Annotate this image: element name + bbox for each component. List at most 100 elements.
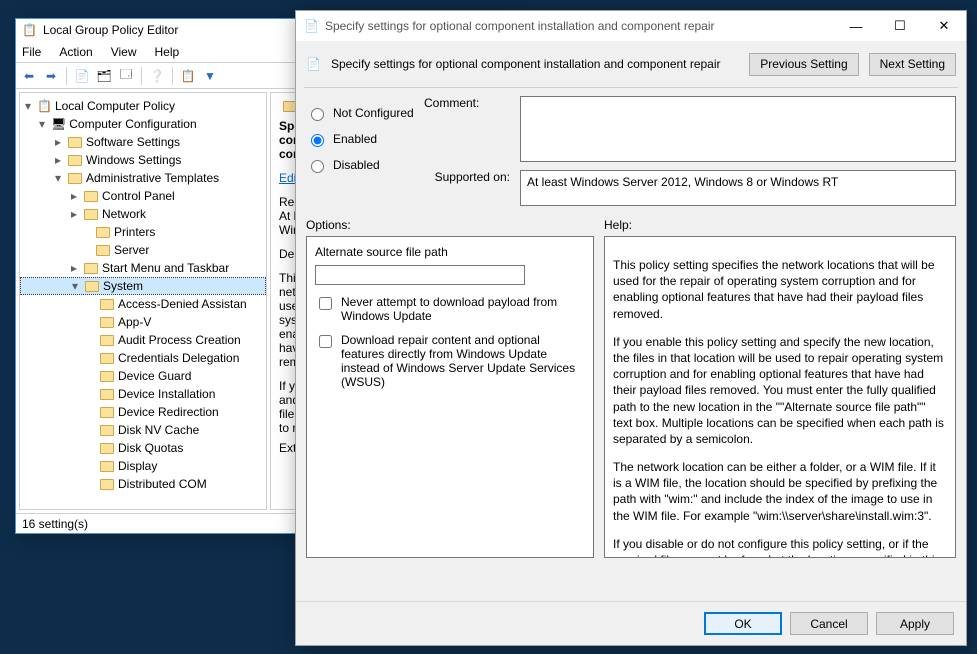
collapse-icon[interactable]: ▾ [22,99,34,113]
radio-not-configured[interactable]: Not Configured [306,100,414,126]
checkbox-input[interactable] [319,335,332,348]
folder-icon [100,317,114,328]
tree-system[interactable]: ▾System [20,277,266,295]
tree-item[interactable]: Device Redirection [20,403,266,421]
never-download-checkbox-row[interactable]: Never attempt to download payload from W… [315,295,585,323]
help-icon[interactable]: ❔ [148,67,166,85]
expand-icon[interactable]: ▸ [68,207,80,221]
properties-icon[interactable]: 🗔 [117,67,135,85]
expand-icon[interactable]: ▸ [68,189,80,203]
policy-tree[interactable]: ▾📋Local Computer Policy ▾🖥Computer Confi… [19,92,267,510]
filter-list-icon[interactable]: 📋 [179,67,197,85]
folder-icon [100,335,114,346]
download-direct-checkbox-row[interactable]: Download repair content and optional fea… [315,333,585,389]
menu-action[interactable]: Action [59,45,92,59]
tree-computer-config[interactable]: ▾🖥Computer Configuration [20,115,266,133]
tree-item[interactable]: Credentials Delegation [20,349,266,367]
collapse-icon[interactable]: ▾ [36,117,48,131]
radio-input[interactable] [311,108,324,121]
alt-path-input[interactable] [315,265,525,285]
computer-icon: 🖥 [51,117,66,131]
header-title: Specify settings for optional component … [331,57,721,71]
folder-icon [100,461,114,472]
supported-on-box: At least Windows Server 2012, Windows 8 … [520,170,956,206]
folder-icon [84,263,98,274]
tree-item[interactable]: Disk NV Cache [20,421,266,439]
separator [172,67,173,85]
checkbox-label: Never attempt to download payload from W… [341,295,585,323]
gpedit-icon: 📋 [22,23,37,37]
help-pane[interactable]: This policy setting specifies the networ… [604,236,956,558]
tree-network[interactable]: ▸Network [20,205,266,223]
tree-software-settings[interactable]: ▸ Software Settings [20,133,266,151]
tree-label: Credentials Delegation [118,351,239,365]
close-button[interactable]: ✕ [922,11,966,41]
tree-windows-settings[interactable]: ▸ Windows Settings [20,151,266,169]
tree-item[interactable]: Distributed COM [20,475,266,493]
maximize-button[interactable]: ☐ [878,11,922,41]
back-icon[interactable]: ⬅ [20,67,38,85]
forward-icon[interactable]: ➡ [42,67,60,85]
tree-item[interactable]: Audit Process Creation [20,331,266,349]
folder-icon [100,371,114,382]
tree-label: Local Computer Policy [55,99,175,113]
tree-item[interactable]: Disk Quotas [20,439,266,457]
tree-label: Windows Settings [86,153,181,167]
folder-icon [100,425,114,436]
tree-root[interactable]: ▾📋Local Computer Policy [20,97,266,115]
folder-icon [85,281,99,292]
tree-server[interactable]: Server [20,241,266,259]
tree-label: Control Panel [102,189,175,203]
folder-icon [100,443,114,454]
dialog-icon: 📄 [304,19,319,33]
tree-item[interactable]: Device Guard [20,367,266,385]
tree-item[interactable]: Access-Denied Assistan [20,295,266,313]
radio-disabled[interactable]: Disabled [306,152,414,178]
expand-icon[interactable]: ▸ [68,261,80,275]
filter-icon[interactable]: ▼ [201,67,219,85]
dialog-titlebar[interactable]: 📄 Specify settings for optional componen… [296,11,966,41]
tree-label: Device Installation [118,387,215,401]
tree-start-menu[interactable]: ▸ Start Menu and Taskbar [20,259,266,277]
up-icon[interactable]: 📄 [73,67,91,85]
checkbox-label: Download repair content and optional fea… [341,333,585,389]
radio-enabled[interactable]: Enabled [306,126,414,152]
next-setting-button[interactable]: Next Setting [869,53,956,76]
policy-icon: 📋 [37,99,52,113]
collapse-icon[interactable]: ▾ [69,279,81,293]
folder-icon [100,299,114,310]
tree-control-panel[interactable]: ▸ Control Panel [20,187,266,205]
tree-label: Distributed COM [118,477,207,491]
tree-label: Software Settings [86,135,180,149]
supported-label: Supported on: [424,170,510,184]
folder-icon [100,479,114,490]
menu-view[interactable]: View [111,45,137,59]
radio-label: Not Configured [333,106,414,120]
folder-icon [100,407,114,418]
tree-label: Start Menu and Taskbar [102,261,229,275]
radio-input[interactable] [311,134,324,147]
menu-help[interactable]: Help [155,45,180,59]
radio-input[interactable] [311,160,324,173]
tree-admin-templates[interactable]: ▾Administrative Templates [20,169,266,187]
state-radio-group: Not Configured Enabled Disabled [306,96,414,178]
show-hide-icon[interactable]: 🗂 [95,67,113,85]
tree-item[interactable]: App-V [20,313,266,331]
dialog-header: 📄 Specify settings for optional componen… [296,41,966,87]
expand-icon[interactable]: ▸ [52,153,64,167]
tree-printers[interactable]: Printers [20,223,266,241]
tree-item[interactable]: Display [20,457,266,475]
minimize-button[interactable]: — [834,11,878,41]
cancel-button[interactable]: Cancel [790,612,868,635]
apply-button[interactable]: Apply [876,612,954,635]
collapse-icon[interactable]: ▾ [52,171,64,185]
menu-file[interactable]: File [22,45,41,59]
tree-label: Device Redirection [118,405,219,419]
previous-setting-button[interactable]: Previous Setting [749,53,858,76]
ok-button[interactable]: OK [704,612,782,635]
tree-item[interactable]: Device Installation [20,385,266,403]
expand-icon[interactable]: ▸ [52,135,64,149]
tree-label: Access-Denied Assistan [118,297,247,311]
comment-textarea[interactable] [520,96,956,162]
checkbox-input[interactable] [319,297,332,310]
